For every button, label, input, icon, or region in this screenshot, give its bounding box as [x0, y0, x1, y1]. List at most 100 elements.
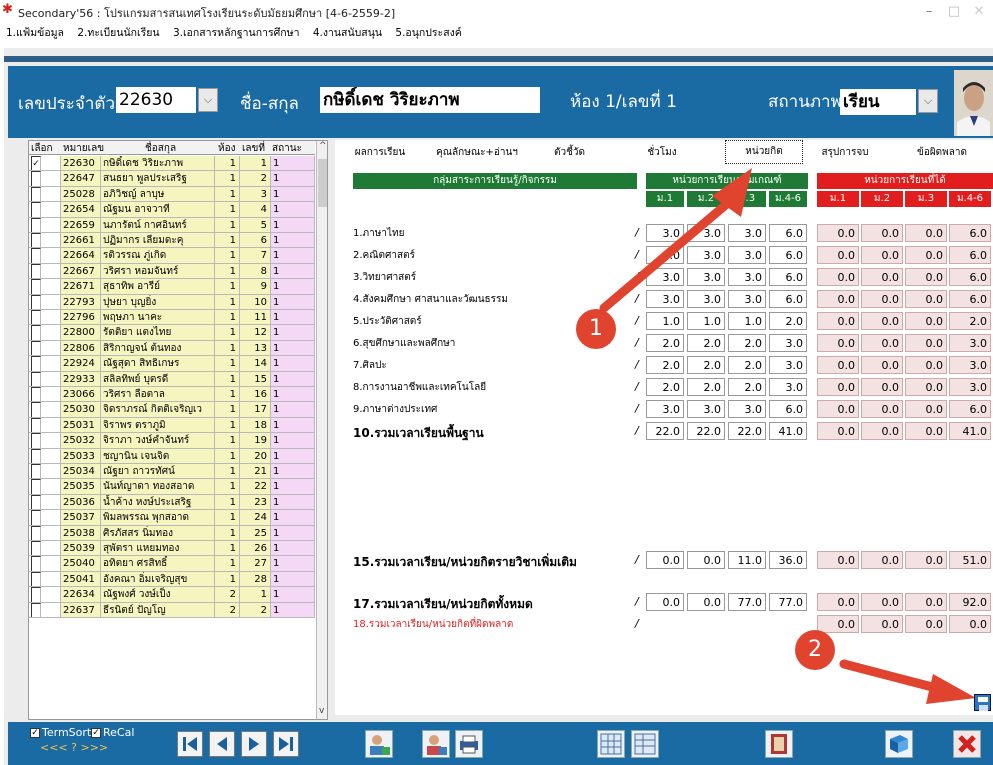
row-select-cell[interactable] — [29, 525, 61, 541]
col-select[interactable]: เลือก — [31, 141, 53, 156]
row-checkbox[interactable] — [31, 556, 41, 571]
row-checkbox[interactable] — [31, 202, 41, 217]
col-status[interactable]: สถานะ — [272, 141, 302, 156]
menu-misc[interactable]: 5.อนุกประสงค์ — [395, 24, 461, 41]
required-credit-cell[interactable]: 3.0 — [728, 290, 766, 308]
next-record-button[interactable] — [241, 731, 267, 757]
table-row[interactable]: 22661 ปฏิมากร เลียมดะคุ 1 6 1 — [29, 233, 315, 249]
edit-marker[interactable]: / — [635, 595, 639, 608]
row-checkbox[interactable] — [31, 587, 41, 602]
edit-marker[interactable]: / — [635, 248, 639, 261]
row-checkbox[interactable] — [31, 571, 41, 587]
row-checkbox[interactable] — [31, 433, 41, 448]
required-credit-cell[interactable]: 3.0 — [769, 356, 807, 374]
required-credit-cell[interactable]: 3.0 — [728, 400, 766, 418]
grid-view-button[interactable] — [597, 730, 625, 758]
row-checkbox[interactable] — [31, 356, 41, 371]
required-credit-cell[interactable]: 41.0 — [769, 422, 807, 440]
required-credit-cell[interactable]: 3.0 — [646, 290, 684, 308]
required-credit-cell[interactable]: 6.0 — [769, 290, 807, 308]
required-credit-cell[interactable]: 3.0 — [728, 268, 766, 286]
scroll-up-icon[interactable]: ^ — [319, 141, 327, 151]
student-list-scrollbar[interactable]: ^ v — [316, 141, 327, 719]
table-row[interactable]: ✓ 22630 กษิดิ์เดช วิริยะภาพ 1 1 1 — [29, 156, 315, 172]
table-view-button[interactable] — [631, 730, 659, 758]
edit-marker[interactable]: / — [635, 292, 639, 305]
table-row[interactable]: 22647 สนธยา พูลประเสริฐ 1 2 1 — [29, 171, 315, 187]
row-checkbox[interactable] — [31, 387, 41, 402]
row-select-cell[interactable] — [29, 541, 61, 557]
required-credit-cell[interactable]: 2.0 — [687, 378, 725, 396]
row-checkbox[interactable] — [31, 248, 41, 263]
edit-marker[interactable]: / — [635, 402, 639, 415]
required-credit-cell[interactable]: 2.0 — [687, 356, 725, 374]
required-credit-cell[interactable]: 6.0 — [769, 268, 807, 286]
required-credit-cell[interactable]: 2.0 — [646, 356, 684, 374]
tab-1[interactable]: คุณลักษณะ+อ่านฯ — [431, 142, 523, 166]
row-checkbox[interactable] — [31, 186, 41, 202]
required-credit-cell[interactable]: 0.0 — [687, 551, 725, 569]
table-row[interactable]: 25040 อทิตยา ศรสิทธิ์ 1 27 1 — [29, 556, 315, 572]
row-select-cell[interactable] — [29, 464, 61, 480]
status-dropdown[interactable]: ⌵ — [918, 89, 938, 113]
table-row[interactable]: 25037 พิมลพรรณ พุกสอาด 1 24 1 — [29, 510, 315, 526]
status-field[interactable]: เรียน — [840, 89, 916, 115]
table-row[interactable]: 22671 สุธาทิพ อารีย์ 1 9 1 — [29, 279, 315, 295]
first-record-button[interactable] — [177, 731, 203, 757]
row-select-cell[interactable] — [29, 186, 61, 203]
maximize-button[interactable]: □ — [943, 4, 965, 20]
row-select-cell[interactable] — [29, 387, 61, 403]
table-row[interactable]: 22667 วริศรา หอมจันทร์ 1 8 1 — [29, 263, 315, 280]
tab-0[interactable]: ผลการเรียน — [345, 142, 415, 166]
required-credit-cell[interactable]: 2.0 — [769, 312, 807, 330]
required-credit-cell[interactable]: 2.0 — [646, 378, 684, 396]
required-credit-cell[interactable]: 2.0 — [728, 378, 766, 396]
required-credit-cell[interactable]: 3.0 — [769, 378, 807, 396]
menu-documents[interactable]: 3.เอกสารหลักฐานการศึกษา — [173, 24, 300, 41]
row-checkbox[interactable] — [31, 217, 41, 232]
table-row[interactable]: 25031 จิราพร ตราภูมิ 1 18 1 — [29, 417, 315, 434]
table-row[interactable]: 25032 จิราภา วงษ์คำจันทร์ 1 19 1 — [29, 433, 315, 449]
col-name[interactable]: ชื่อสกุล — [145, 141, 176, 156]
table-row[interactable]: 23066 วริศรา ลือตาล 1 16 1 — [29, 387, 315, 403]
col-number[interactable]: หมายเลข — [63, 141, 104, 156]
row-select-cell[interactable] — [29, 233, 61, 249]
close-button[interactable]: ✕ — [968, 4, 990, 20]
menu-registration[interactable]: 2.ทะเบียนนักเรียน — [77, 24, 159, 41]
help-button[interactable] — [885, 730, 913, 758]
table-row[interactable]: 25038 ศิรภัสสร นิ่มทอง 1 25 1 — [29, 525, 315, 541]
row-select-cell[interactable] — [29, 417, 61, 434]
table-row[interactable]: 22664 รติวรรณ ภู่เกิด 1 7 1 — [29, 248, 315, 264]
row-select-cell[interactable] — [29, 294, 61, 310]
table-row[interactable]: 22654 ณัฐมน อาจวาที 1 4 1 — [29, 202, 315, 218]
menu-support[interactable]: 4.งานสนับสนุน — [313, 24, 382, 41]
table-row[interactable]: 22924 ณัฐสุดา สิทธิเกษร 1 14 1 — [29, 356, 315, 372]
required-credit-cell[interactable]: 3.0 — [728, 224, 766, 242]
edit-marker[interactable]: / — [635, 553, 639, 566]
tab-4[interactable]: หน่วยกิต — [725, 140, 803, 164]
row-select-cell[interactable] — [29, 310, 61, 326]
edit-marker[interactable]: / — [635, 314, 639, 327]
required-credit-cell[interactable]: 1.0 — [728, 312, 766, 330]
table-row[interactable]: 22659 นภารัตน์ กาศอินทร์ 1 5 1 — [29, 217, 315, 233]
required-credit-cell[interactable]: 3.0 — [646, 224, 684, 242]
row-select-cell[interactable] — [29, 402, 61, 418]
minimize-button[interactable]: – — [918, 4, 940, 20]
tab-5[interactable]: สรุปการจบ — [810, 142, 880, 166]
row-checkbox[interactable] — [31, 310, 41, 325]
edit-marker[interactable]: / — [635, 336, 639, 349]
table-row[interactable]: 25033 ชญานิน เจนจิต 1 20 1 — [29, 448, 315, 464]
required-credit-cell[interactable]: 3.0 — [728, 246, 766, 264]
required-credit-cell[interactable]: 77.0 — [728, 593, 766, 611]
scrollbar-thumb[interactable] — [318, 159, 327, 207]
table-row[interactable]: 25041 อังคณา อิ่มเจริญสุข 1 28 1 — [29, 571, 315, 588]
row-checkbox[interactable] — [31, 171, 41, 186]
row-checkbox[interactable] — [31, 279, 41, 294]
table-row[interactable]: 22800 รัตติยา แตงไทย 1 12 1 — [29, 325, 315, 341]
required-credit-cell[interactable]: 3.0 — [687, 290, 725, 308]
row-select-cell[interactable] — [29, 356, 61, 372]
row-checkbox[interactable] — [31, 479, 41, 494]
required-credit-cell[interactable]: 2.0 — [687, 334, 725, 352]
tab-3[interactable]: ชั่วโมง — [622, 142, 702, 166]
required-credit-cell[interactable]: 11.0 — [728, 551, 766, 569]
